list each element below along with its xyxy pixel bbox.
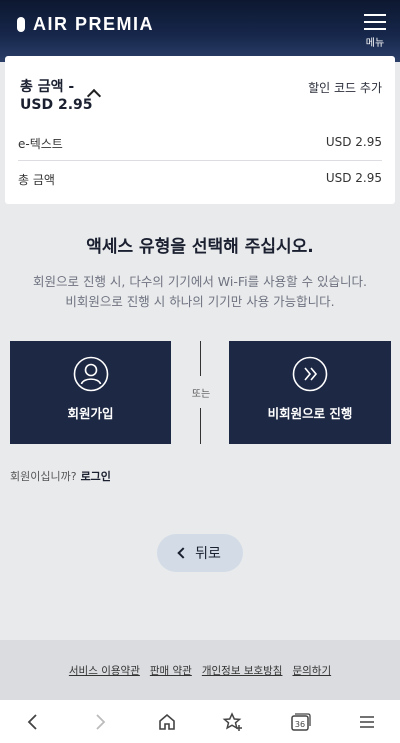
star-plus-icon: [222, 711, 243, 731]
browser-forward-button[interactable]: [85, 707, 115, 737]
member-question-text: 회원이십니까?: [10, 470, 77, 483]
line-item-label: e-텍스트: [18, 137, 63, 151]
total-value: USD 2.95: [325, 171, 382, 185]
hamburger-icon: [359, 715, 374, 728]
or-divider-top: [200, 341, 201, 376]
menu-label: 메뉴: [365, 38, 385, 49]
back-label: 뒤로: [195, 546, 221, 562]
browser-tabs-button[interactable]: 36: [285, 707, 315, 737]
hamburger-icon-bar: [364, 21, 386, 23]
footer-link-terms-of-service[interactable]: 서비스 이용약관: [69, 663, 140, 678]
browser-bookmark-button[interactable]: [218, 707, 248, 737]
member-signup-button[interactable]: 회원가입: [10, 341, 171, 444]
home-icon: [158, 713, 175, 730]
browser-menu-button[interactable]: [352, 707, 382, 737]
line-item-value: USD 2.95: [325, 135, 382, 149]
total-toggle[interactable]: 총 금액 - USD 2.95: [20, 78, 93, 114]
tabs-icon: 36: [291, 712, 311, 731]
access-description: 회원으로 진행 시, 다수의 기기에서 Wi-Fi를 사용할 수 있습니다. 비…: [0, 272, 400, 312]
footer-link-sales-terms[interactable]: 판매 약관: [150, 663, 192, 678]
or-text: 또는: [191, 389, 211, 400]
desc-line2: 비회원으로 진행 시 하나의 기기만 사용 가능합니다.: [65, 294, 335, 309]
page-title: 액세스 유형을 선택해 주십시오.: [86, 237, 314, 257]
member-signup-label: 회원가입: [67, 406, 114, 421]
browser-home-button[interactable]: [152, 707, 182, 737]
browser-nav-bar: 36: [0, 700, 400, 743]
logo-text: AIR PREMIA: [33, 14, 155, 34]
add-discount-code-link[interactable]: 할인 코드 추가: [308, 79, 382, 96]
user-icon: [73, 356, 108, 392]
app-header: AIR PREMIA 메뉴: [0, 0, 400, 62]
logo-mark: [17, 17, 25, 32]
divider: [18, 160, 382, 161]
or-divider-bottom: [200, 408, 201, 444]
hamburger-icon-bar: [364, 28, 386, 30]
arrow-back-icon: [28, 713, 37, 730]
price-summary-card: 총 금액 - USD 2.95 할인 코드 추가 e-텍스트 USD 2.95 …: [5, 56, 395, 204]
line-item-row: e-텍스트 USD 2.95: [18, 135, 382, 152]
arrow-forward-icon: [96, 713, 106, 730]
total-title-line2: USD 2.95: [20, 97, 93, 113]
tab-count: 36: [295, 720, 305, 729]
menu-button[interactable]: 메뉴: [362, 14, 388, 49]
footer-link-contact[interactable]: 문의하기: [292, 663, 331, 678]
guest-continue-label: 비회원으로 진행: [267, 406, 353, 421]
total-row: 총 금액 USD 2.95: [18, 171, 382, 188]
login-link[interactable]: 로그인: [81, 470, 111, 483]
total-title-line1: 총 금액 -: [20, 79, 75, 95]
hamburger-icon: [364, 14, 386, 16]
total-label: 총 금액: [18, 173, 55, 187]
member-question: 회원이십니까? 로그인: [10, 468, 111, 484]
air-premia-logo[interactable]: AIR PREMIA: [17, 14, 154, 35]
back-button[interactable]: 뒤로: [157, 534, 243, 572]
desc-line1: 회원으로 진행 시, 다수의 기기에서 Wi-Fi를 사용할 수 있습니다.: [32, 274, 368, 289]
footer-link-privacy-policy[interactable]: 개인정보 보호방침: [202, 663, 283, 678]
guest-continue-button[interactable]: 비회원으로 진행: [229, 341, 391, 444]
browser-back-button[interactable]: [18, 707, 48, 737]
footer: 서비스 이용약관 판매 약관 개인정보 보호방침 문의하기: [0, 640, 400, 700]
chevron-left-icon: [177, 547, 189, 559]
double-chevron-right-icon: [292, 356, 328, 392]
